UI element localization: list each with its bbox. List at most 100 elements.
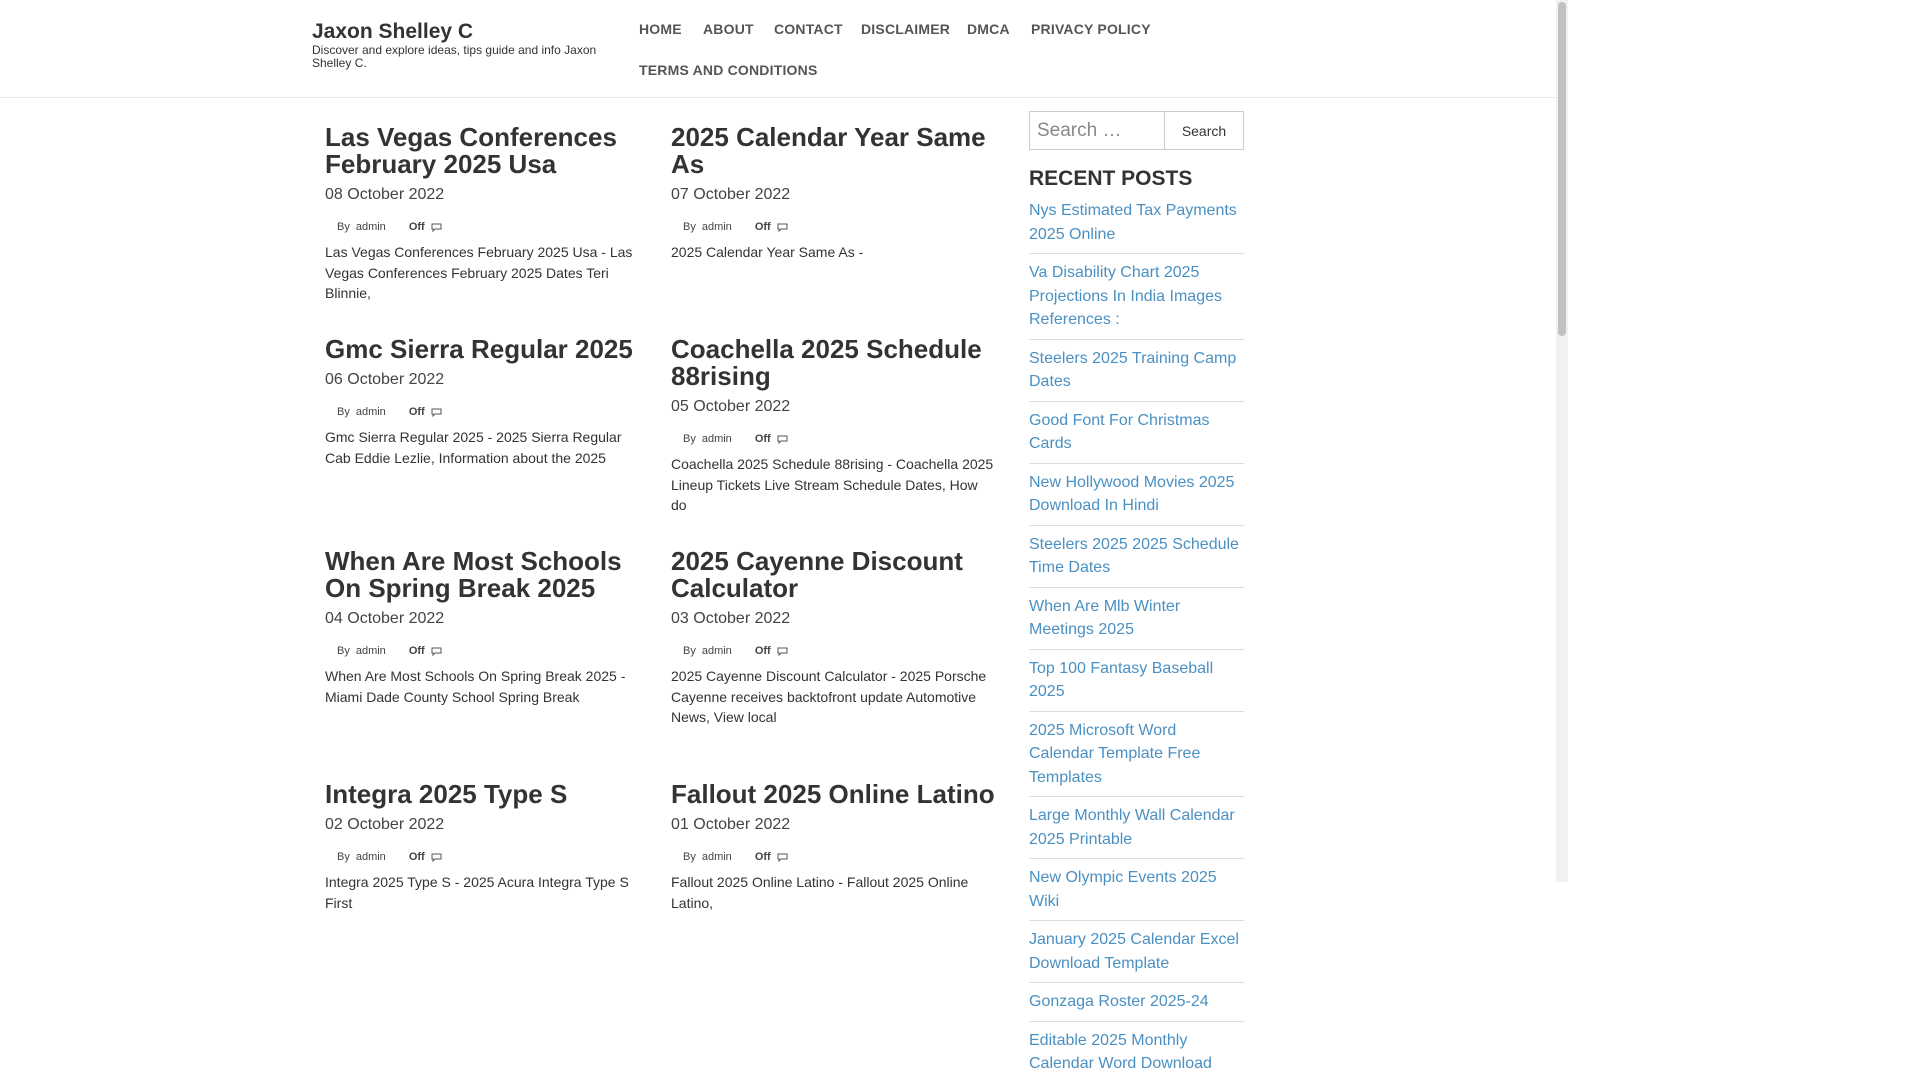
comment-icon (777, 853, 788, 862)
post-by-label: By (337, 406, 350, 418)
search-input[interactable] (1029, 111, 1165, 150)
post-title[interactable]: When Are Most Schools On Spring Break 20… (325, 548, 650, 602)
post-title[interactable]: 2025 Cayenne Discount Calculator (671, 548, 996, 602)
post-card: When Are Most Schools On Spring Break 20… (325, 548, 650, 707)
post-by-label: By (337, 645, 350, 657)
nav-terms-and-conditions[interactable]: TERMS AND CONDITIONS (639, 62, 817, 78)
nav-disclaimer[interactable]: DISCLAIMER (861, 21, 950, 37)
comment-icon (431, 647, 442, 656)
nav-privacy-policy[interactable]: PRIVACY POLICY (1031, 21, 1151, 37)
post-date: 01 October 2022 (671, 816, 791, 833)
post-excerpt: Integra 2025 Type S - 2025 Acura Integra… (325, 874, 629, 911)
post-author[interactable]: admin (702, 221, 732, 233)
post-author[interactable]: admin (702, 851, 732, 863)
comment-icon (777, 223, 788, 232)
recent-post-link[interactable]: Gonzaga Roster 2025-24 (1029, 990, 1244, 1022)
post-excerpt: 2025 Cayenne Discount Calculator - 2025 … (671, 668, 987, 725)
post-author[interactable]: admin (702, 433, 732, 445)
search-button[interactable]: Search (1164, 111, 1244, 150)
recent-post-link[interactable]: When Are Mlb Winter Meetings 2025 (1029, 595, 1244, 650)
recent-post-link[interactable]: New Hollywood Movies 2025 Download In Hi… (1029, 471, 1244, 526)
comment-icon (777, 647, 788, 656)
post-author[interactable]: admin (356, 406, 386, 418)
post-comments-status: Off (754, 433, 771, 445)
post-excerpt: 2025 Calendar Year Same As - (671, 244, 864, 260)
post-excerpt: When Are Most Schools On Spring Break 20… (325, 668, 626, 705)
post-excerpt: Coachella 2025 Schedule 88rising - Coach… (671, 456, 994, 513)
post-comments-status: Off (754, 221, 771, 233)
post-author[interactable]: admin (356, 645, 386, 657)
post-title[interactable]: Coachella 2025 Schedule 88rising (671, 336, 996, 390)
post-author[interactable]: admin (356, 851, 386, 863)
scrollbar-thumb[interactable] (1558, 2, 1566, 336)
page-scrollbar[interactable] (1556, 0, 1568, 882)
post-by-label: By (337, 221, 350, 233)
comment-icon (777, 435, 788, 444)
post-date: 02 October 2022 (325, 816, 445, 833)
post-by-label: By (683, 645, 696, 657)
comment-icon (431, 223, 442, 232)
post-excerpt: Las Vegas Conferences February 2025 Usa … (325, 244, 633, 301)
recent-post-link[interactable]: New Olympic Events 2025 Wiki (1029, 866, 1244, 921)
post-date: 03 October 2022 (671, 610, 791, 627)
site-header: Jaxon Shelley C Discover and explore ide… (0, 0, 1556, 98)
post-card: Coachella 2025 Schedule 88rising 05 Octo… (671, 336, 996, 516)
recent-post-link[interactable]: Va Disability Chart 2025 Projections In … (1029, 261, 1244, 340)
post-date: 08 October 2022 (325, 186, 445, 203)
post-meta: By admin Off (671, 850, 996, 864)
post-by-label: By (683, 221, 696, 233)
nav-contact[interactable]: CONTACT (774, 21, 843, 37)
recent-post-link[interactable]: Large Monthly Wall Calendar 2025 Printab… (1029, 804, 1244, 859)
post-by-label: By (337, 851, 350, 863)
nav-about[interactable]: ABOUT (703, 21, 754, 37)
post-meta: By admin Off (325, 644, 650, 658)
recent-post-link[interactable]: Nys Estimated Tax Payments 2025 Online (1029, 199, 1244, 254)
recent-post-link[interactable]: 2025 Microsoft Word Calendar Template Fr… (1029, 719, 1244, 797)
recent-post-link[interactable]: Editable 2025 Monthly Calendar Word Down… (1029, 1029, 1244, 1080)
post-meta: By admin Off (325, 220, 650, 234)
post-date: 04 October 2022 (325, 610, 445, 627)
post-title[interactable]: 2025 Calendar Year Same As (671, 124, 996, 178)
nav-dmca[interactable]: DMCA (967, 21, 1010, 37)
comment-icon (431, 853, 442, 862)
post-author[interactable]: admin (356, 221, 386, 233)
post-comments-status: Off (754, 851, 771, 863)
recent-post-link[interactable]: Steelers 2025 Training Camp Dates (1029, 347, 1244, 402)
nav-home[interactable]: HOME (639, 21, 682, 37)
post-title[interactable]: Gmc Sierra Regular 2025 (325, 336, 650, 363)
post-date: 07 October 2022 (671, 186, 791, 203)
post-by-label: By (683, 433, 696, 445)
comment-icon (431, 408, 442, 417)
post-author[interactable]: admin (702, 645, 732, 657)
post-date: 06 October 2022 (325, 371, 445, 388)
recent-post-link[interactable]: Top 100 Fantasy Baseball 2025 (1029, 657, 1244, 712)
recent-post-link[interactable]: Steelers 2025 2025 Schedule Time Dates (1029, 533, 1244, 588)
recent-post-link[interactable]: January 2025 Calendar Excel Download Tem… (1029, 928, 1244, 983)
post-comments-status: Off (408, 645, 425, 657)
post-card: 2025 Calendar Year Same As 07 October 20… (671, 124, 996, 263)
post-title[interactable]: Fallout 2025 Online Latino (671, 781, 996, 808)
post-title[interactable]: Integra 2025 Type S (325, 781, 650, 808)
site-title[interactable]: Jaxon Shelley C (312, 20, 473, 44)
post-date: 05 October 2022 (671, 398, 791, 415)
post-card: Las Vegas Conferences February 2025 Usa … (325, 124, 650, 304)
post-by-label: By (683, 851, 696, 863)
recent-post-link[interactable]: Good Font For Christmas Cards (1029, 409, 1244, 464)
post-card: Integra 2025 Type S 02 October 2022 By a… (325, 781, 650, 913)
recent-posts-heading: RECENT POSTS (1029, 167, 1193, 190)
post-meta: By admin Off (325, 405, 650, 419)
post-meta: By admin Off (671, 220, 996, 234)
post-meta: By admin Off (325, 850, 650, 864)
post-meta: By admin Off (671, 432, 996, 446)
post-excerpt: Fallout 2025 Online Latino - Fallout 202… (671, 874, 969, 911)
post-comments-status: Off (408, 851, 425, 863)
recent-posts-list: Nys Estimated Tax Payments 2025 Online V… (1029, 199, 1244, 1080)
post-title[interactable]: Las Vegas Conferences February 2025 Usa (325, 124, 650, 178)
post-excerpt: Gmc Sierra Regular 2025 - 2025 Sierra Re… (325, 429, 622, 466)
post-comments-status: Off (754, 645, 771, 657)
post-card: 2025 Cayenne Discount Calculator 03 Octo… (671, 548, 996, 728)
post-meta: By admin Off (671, 644, 996, 658)
post-comments-status: Off (408, 406, 425, 418)
site-description: Discover and explore ideas, tips guide a… (312, 43, 597, 70)
post-card: Gmc Sierra Regular 2025 06 October 2022 … (325, 336, 650, 468)
